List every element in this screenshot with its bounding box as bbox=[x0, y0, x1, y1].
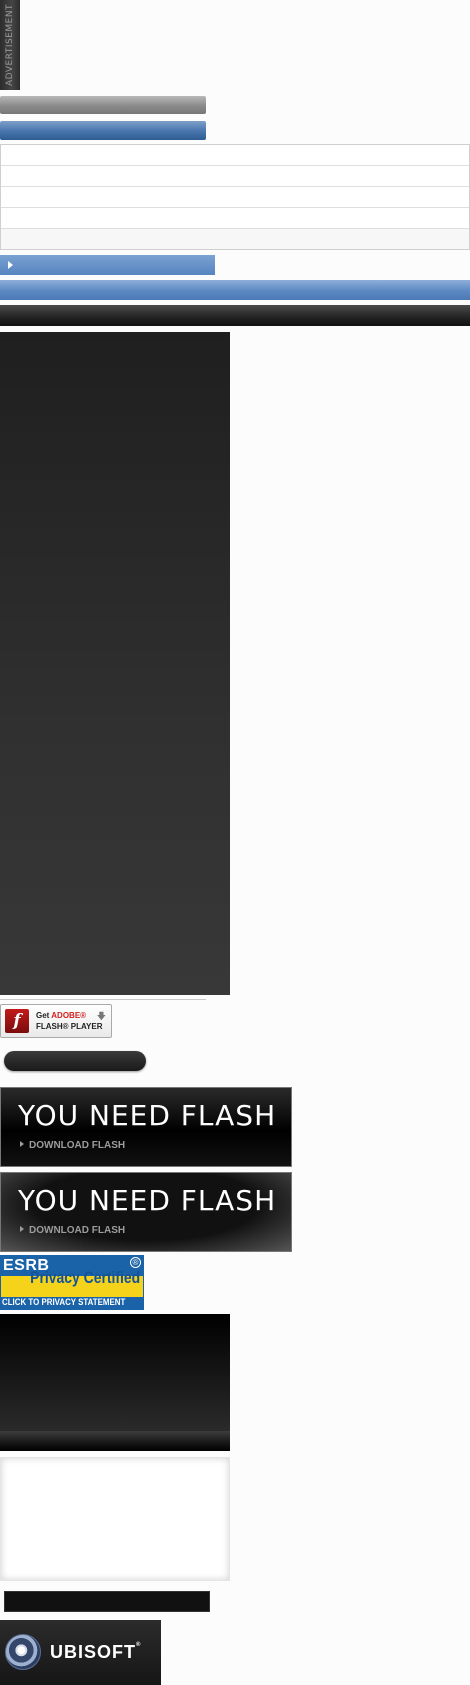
download-flash-link[interactable]: DOWNLOAD FLASH bbox=[20, 1225, 125, 1236]
empty-content-box bbox=[0, 1457, 230, 1581]
blue-button-bar[interactable] bbox=[0, 121, 206, 140]
video-control-bar[interactable] bbox=[0, 1431, 230, 1451]
empty-list-table bbox=[0, 144, 470, 250]
gray-button-bar[interactable] bbox=[0, 96, 206, 114]
advertisement-tab: ADVERTISEMENT bbox=[0, 0, 20, 90]
ubisoft-wordmark: UBISOFT® bbox=[50, 1642, 142, 1662]
play-arrow-icon bbox=[20, 1141, 24, 1147]
advertisement-label: ADVERTISEMENT bbox=[5, 3, 15, 87]
flash-badge-line2: FLASH® PLAYER bbox=[36, 1022, 103, 1031]
list-row[interactable] bbox=[1, 166, 469, 187]
list-row[interactable] bbox=[1, 208, 469, 229]
flash-required-banner: YOU NEED FLASH DOWNLOAD FLASH bbox=[0, 1087, 292, 1167]
play-arrow-icon bbox=[8, 261, 13, 269]
registered-mark: ® bbox=[130, 1257, 141, 1268]
video-player[interactable] bbox=[0, 1314, 230, 1451]
flash-required-banner: YOU NEED FLASH DOWNLOAD FLASH bbox=[0, 1172, 292, 1252]
flash-badge-line1: Get ADOBE® bbox=[36, 1011, 87, 1020]
black-input-strip[interactable] bbox=[4, 1591, 210, 1612]
dark-pill-button[interactable] bbox=[4, 1051, 146, 1071]
ubisoft-swirl-icon bbox=[5, 1634, 41, 1670]
download-flash-link[interactable]: DOWNLOAD FLASH bbox=[20, 1140, 125, 1151]
divider bbox=[0, 999, 206, 1000]
play-arrow-icon bbox=[20, 1226, 24, 1232]
download-arrow-icon: 🡇 bbox=[96, 1011, 106, 1021]
flash-required-title: YOU NEED FLASH bbox=[18, 1184, 277, 1217]
list-row[interactable] bbox=[1, 145, 469, 166]
dark-header-bar bbox=[0, 305, 470, 326]
blue-header-bar bbox=[0, 280, 470, 300]
ubisoft-logo[interactable]: UBISOFT® bbox=[0, 1620, 161, 1685]
list-row[interactable] bbox=[1, 187, 469, 208]
get-flash-player-button[interactable]: f Get ADOBE® FLASH® PLAYER 🡇 bbox=[0, 1004, 112, 1038]
flash-icon: f bbox=[5, 1009, 29, 1033]
media-placeholder-panel bbox=[0, 332, 230, 995]
flash-required-title: YOU NEED FLASH bbox=[18, 1099, 277, 1132]
expand-bar[interactable] bbox=[0, 255, 215, 275]
list-row[interactable] bbox=[1, 229, 469, 249]
esrb-privacy-certified-badge[interactable]: ESRB ® Privacy Certified CLICK TO PRIVAC… bbox=[0, 1255, 144, 1310]
privacy-statement-link[interactable]: CLICK TO PRIVACY STATEMENT bbox=[2, 1297, 125, 1307]
privacy-certified-text: Privacy Certified bbox=[29, 1268, 140, 1287]
